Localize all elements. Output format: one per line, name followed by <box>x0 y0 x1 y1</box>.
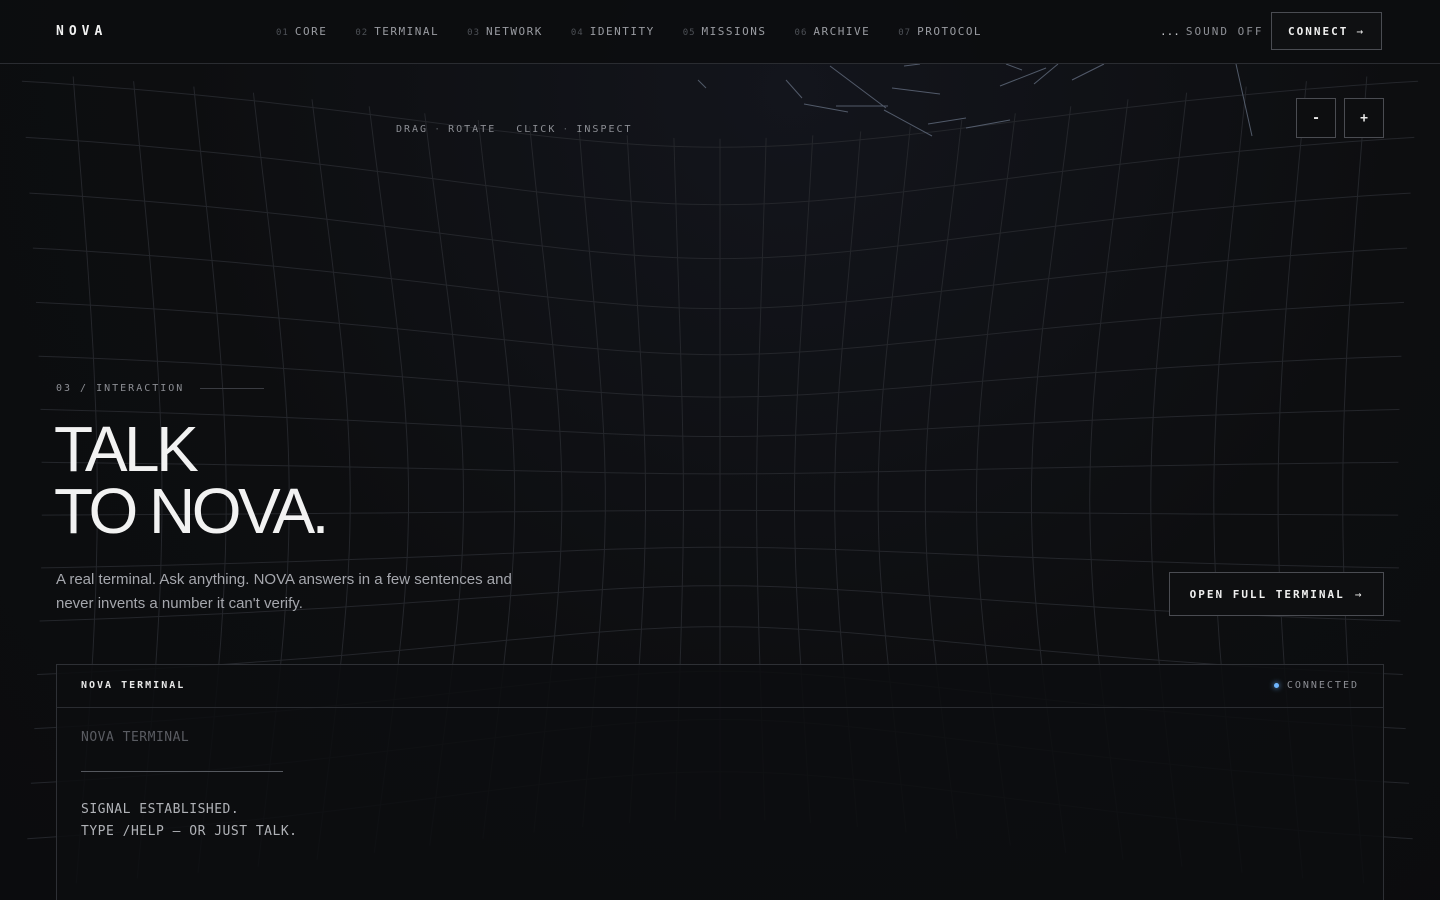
terminal-line: TYPE /HELP — OR JUST TALK. <box>81 824 298 839</box>
terminal-line: SIGNAL ESTABLISHED. <box>81 802 240 817</box>
hint-drag: DRAG <box>396 124 429 135</box>
top-nav: NOVA 01 CORE 02 TERMINAL 03 NETWORK 04 IDENT… <box>0 0 1440 64</box>
sphere-particle <box>829 65 887 109</box>
viewer-hint: DRAG · ROTATE CLICK · INSPECT <box>396 124 633 135</box>
nav-link-core[interactable]: 01 CORE <box>276 25 327 38</box>
nav-link-number: 04 <box>570 28 584 38</box>
grid-line-horizontal <box>21 80 1419 148</box>
sphere-particle <box>785 79 803 99</box>
headline-line-1: TALK <box>54 413 199 485</box>
zoom-in-button[interactable]: + <box>1344 98 1384 138</box>
nav-link-label: PROTOCOL <box>917 25 983 38</box>
nav-link-number: 06 <box>794 28 808 38</box>
hint-click: CLICK <box>516 124 557 135</box>
nav-link-label: MISSIONS <box>701 25 767 38</box>
sphere-particle <box>1005 63 1023 71</box>
sphere-particle <box>803 103 849 113</box>
sound-wave-icon: ... <box>1160 25 1180 38</box>
sphere-particle <box>927 117 967 125</box>
nav-link-label: TERMINAL <box>374 25 440 38</box>
section-description: A real terminal. Ask anything. NOVA answ… <box>56 571 512 612</box>
page-title: TALK TO NOVA. <box>54 413 329 547</box>
connection-status-label: CONNECTED <box>1286 680 1359 691</box>
sphere-particle <box>965 119 1011 129</box>
page: NOVA 01 CORE 02 TERMINAL 03 NETWORK 04 IDENT… <box>0 0 1440 900</box>
nav-link-number: 03 <box>467 28 481 38</box>
nav-link-number: 07 <box>898 28 912 38</box>
grid-line-horizontal <box>35 301 1405 356</box>
sphere-particle <box>999 67 1047 87</box>
section-label: 03 / INTERACTION <box>56 383 265 394</box>
arrow-right-icon: → <box>1356 24 1365 38</box>
terminal-header: NOVA TERMINAL CONNECTED <box>57 665 1383 708</box>
nav-link-number: 05 <box>682 28 696 38</box>
sound-toggle[interactable]: ... SOUND OFF <box>1160 25 1263 38</box>
hint-rotate: ROTATE <box>448 124 497 135</box>
nav-link-missions[interactable]: 05 MISSIONS <box>683 25 767 38</box>
arrow-right-icon: → <box>1354 587 1364 601</box>
section-label-rule <box>200 388 265 389</box>
grid-line-horizontal <box>41 546 1399 569</box>
nav-link-protocol[interactable]: 07 PROTOCOL <box>898 25 982 38</box>
terminal-banner: NOVA TERMINAL <box>81 730 190 745</box>
nav-link-network[interactable]: 03 NETWORK <box>467 25 543 38</box>
grid-line-horizontal <box>25 136 1415 206</box>
sphere-particle <box>697 79 707 89</box>
logo[interactable]: NOVA <box>56 24 107 39</box>
hint-separator: · <box>434 124 443 135</box>
sphere-particle <box>1235 63 1253 137</box>
hint-inspect: INSPECT <box>576 124 633 135</box>
sphere-particle <box>891 87 941 95</box>
section-label-text: 03 / INTERACTION <box>56 383 185 394</box>
zoom-out-button[interactable]: - <box>1296 98 1336 138</box>
nav-link-label: NETWORK <box>486 25 543 38</box>
terminal-panel[interactable]: NOVA TERMINAL CONNECTED NOVA TERMINAL SI… <box>56 664 1384 900</box>
nav-link-label: ARCHIVE <box>813 25 871 38</box>
nav-link-number: 01 <box>276 28 289 38</box>
nav-link-number: 02 <box>355 28 369 38</box>
nav-link-label: IDENTITY <box>589 25 655 38</box>
grid-line-horizontal <box>32 247 1408 310</box>
terminal-divider <box>81 771 283 772</box>
open-full-terminal-button[interactable]: OPEN FULL TERMINAL → <box>1169 572 1384 616</box>
grid-line-horizontal <box>29 192 1411 260</box>
status-dot-icon <box>1273 683 1279 688</box>
sound-toggle-label: SOUND OFF <box>1185 25 1264 38</box>
hint-separator: · <box>562 124 571 135</box>
sphere-particle <box>903 63 921 67</box>
connection-status: CONNECTED <box>1273 680 1359 691</box>
terminal-title: NOVA TERMINAL <box>81 680 186 691</box>
connect-button[interactable]: CONNECT → <box>1271 12 1382 50</box>
nav-link-label: CORE <box>294 25 328 38</box>
sphere-particle <box>1071 63 1105 81</box>
headline-line-2: TO NOVA. <box>54 475 329 547</box>
nav-link-terminal[interactable]: 02 TERMINAL <box>355 25 439 38</box>
nav-links: 01 CORE 02 TERMINAL 03 NETWORK 04 IDENTITY 0… <box>276 25 982 38</box>
open-full-terminal-label: OPEN FULL TERMINAL <box>1189 587 1345 601</box>
nav-link-identity[interactable]: 04 IDENTITY <box>571 25 655 38</box>
terminal-output[interactable]: NOVA TERMINAL SIGNAL ESTABLISHED. TYPE /… <box>57 708 1383 865</box>
nav-link-archive[interactable]: 06 ARCHIVE <box>795 25 871 38</box>
sphere-particle <box>883 109 933 137</box>
sphere-particle <box>1033 63 1059 85</box>
connect-button-label: CONNECT <box>1288 24 1349 38</box>
